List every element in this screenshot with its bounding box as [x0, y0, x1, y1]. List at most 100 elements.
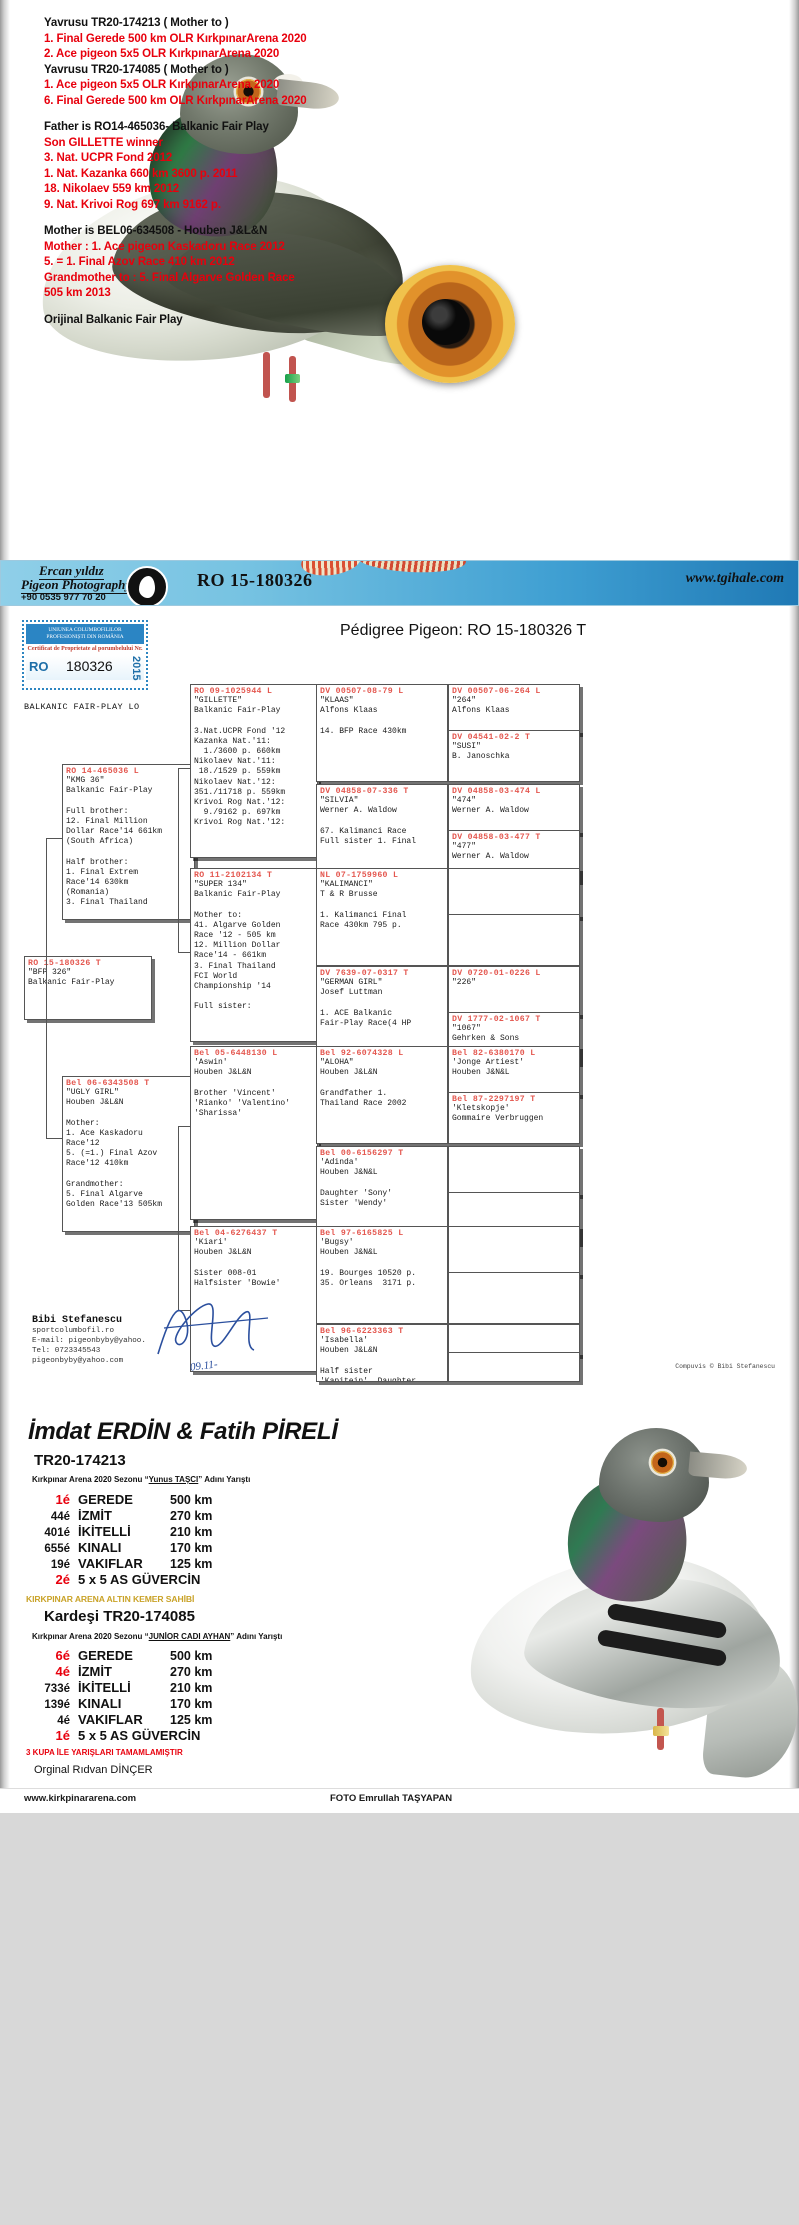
- result-race-name: 5 x 5 AS GÜVERCİN: [78, 1572, 201, 1587]
- result-position: 401é: [44, 1527, 70, 1539]
- note-line: Father is RO14-465036- Balkanic Fair Pla…: [44, 121, 269, 133]
- pedigree-gen3-box: DV 00507-08-79 L "KLAAS" Alfons Klaas 14.…: [316, 684, 448, 782]
- pedigree-box-text: "GILLETTE" Balkanic Fair-Play 3.Nat.UCPR…: [194, 696, 286, 828]
- result-race-name: İZMİT: [78, 1508, 112, 1523]
- pedigree-box-text: 'Kletskopje' Gommaire Verbruggen: [452, 1104, 544, 1124]
- race-results-panel: İmdat ERDİN & Fatih PİRELİ TR20-174213 K…: [0, 1396, 799, 1788]
- result-position: 19é: [50, 1559, 70, 1571]
- pedigree-ring-number: DV 00507-08-79 L: [320, 687, 404, 696]
- bottom-footer: www.kirkpinararena.com FOTO Emrullah TAŞ…: [0, 1788, 799, 1813]
- note-line: 1. Nat. Kazanka 660 km 3600 p. 2011: [44, 167, 238, 180]
- note-line: 2. Ace pigeon 5x5 OLR KırkpınarArena 202…: [44, 48, 280, 60]
- pedigree-gen4-box: DV 00507-06-264 L "264" Alfons Klaas: [448, 684, 580, 734]
- cert-country-code: RO: [29, 659, 49, 674]
- pedigree-connector: [46, 838, 62, 840]
- eye-closeup-photo: [385, 265, 515, 383]
- pedigree-ring-number: Bel 97-6165825 L: [320, 1229, 404, 1238]
- pedigree-gen2-box: Bel 05-6448130 L 'Aswin' Houben J&L&N Bro…: [190, 1046, 318, 1220]
- note-line: Grandmother to : 5. Final Algarve Golden…: [44, 271, 295, 284]
- result-row: 19é VAKIFLAR 125 km: [26, 1556, 258, 1572]
- cert-year: 2015: [130, 656, 142, 681]
- result-distance: 125 km: [170, 1557, 213, 1571]
- footer-site[interactable]: www.kirkpinararena.com: [24, 1793, 136, 1804]
- pedigree-ring-number: Bel 05-6448130 L: [194, 1049, 278, 1058]
- pedigree-box-text: 'Bugsy' Houben J&N&L 19. Bourges 10520 p…: [320, 1238, 417, 1288]
- pedigree-box-text: "UGLY GIRL" Houben J&L&N Mother: 1. Ace …: [66, 1088, 163, 1210]
- cert-number: 180326: [66, 658, 113, 674]
- pigeon-photo-secondary: [457, 1408, 799, 1783]
- result-row: 6é GEREDE 500 km: [26, 1648, 258, 1664]
- page-left-shadow: [0, 0, 10, 560]
- pedigree-connector: [178, 1126, 180, 1310]
- pedigree-gen1-dam: Bel 06-6343508 T "UGLY GIRL" Houben J&L&N…: [62, 1076, 195, 1232]
- result-distance: 270 km: [170, 1665, 213, 1679]
- pedigree-ring-number: DV 04858-07-336 T: [320, 787, 409, 796]
- result-race-name: 5 x 5 AS GÜVERCİN: [78, 1728, 201, 1743]
- pedigree-box-text: 'Isabella' Houben J&L&N Half sister 'Kap…: [320, 1336, 417, 1382]
- result-position: 733é: [44, 1683, 70, 1695]
- ped-right-shadow: [789, 606, 799, 1396]
- pedigree-gen3-box: Bel 92-6074328 L "ALOHA" Houben J&L&N Gra…: [316, 1046, 448, 1144]
- pedigree-gen4-box: Bel 87-2297197 T 'Kletskopje' Gommaire Ve…: [448, 1092, 580, 1144]
- pedigree-credit: Compuvis © Bibi Stefanescu: [675, 1363, 775, 1370]
- bird2-note-post: ” Adını Yarıştı: [230, 1632, 283, 1641]
- result-race-name: KINALI: [78, 1696, 122, 1711]
- result-distance: 210 km: [170, 1525, 213, 1539]
- bird2-results-table: 6é GEREDE 500 km 4é İZMİT 270 km 733é İKİTELLİ 2…: [26, 1648, 258, 1744]
- pedigree-gen1-sire: RO 14-465036 L "KMG 36" Balkanic Fair-Pla…: [62, 764, 195, 920]
- cert-organization: UNIUNEA COLUMBOFILILOR PROFESIONIȘTI DIN…: [26, 624, 144, 644]
- result-distance: 125 km: [170, 1713, 213, 1727]
- bird2-note-pre: Kırkpınar Arena 2020 Sezonu “: [32, 1632, 149, 1641]
- bird1-results-table: 1é GEREDE 500 km 44é İZMİT 270 km 401é İKİTELLİ…: [26, 1492, 258, 1588]
- result-position: 4é: [55, 1664, 70, 1679]
- pedigree-gen4-box: [448, 868, 580, 918]
- cert-org-line2: PROFESIONIȘTI DIN ROMÂNIA: [46, 634, 124, 640]
- result-distance: 500 km: [170, 1493, 213, 1507]
- origin-note: Orginal Rıdvan DİNÇER: [34, 1764, 153, 1776]
- notes-spacer: [44, 302, 394, 313]
- pedigree-ring-number: RO 14-465036 L: [66, 767, 139, 776]
- note-line: 9. Nat. Krivoi Rog 697 km 9162 p.: [44, 198, 221, 211]
- pedigree-connector: [178, 768, 190, 770]
- result-race-name: GEREDE: [78, 1648, 133, 1663]
- note-line: 6. Final Gerede 500 km OLR KırkpınarAren…: [44, 94, 307, 107]
- result-race-name: GEREDE: [78, 1492, 133, 1507]
- pedigree-ring-number: NL 07-1759960 L: [320, 871, 399, 880]
- pedigree-box-text: "GERMAN GIRL" Josef Luttman 1. ACE Balka…: [320, 978, 412, 1028]
- pedigree-ring-number: RO 09-1025944 L: [194, 687, 273, 696]
- pedigree-connector: [46, 838, 48, 1138]
- result-position: 655é: [44, 1543, 70, 1555]
- pedigree-ring-number: Bel 96-6223363 T: [320, 1327, 404, 1336]
- pedigree-box-text: "SUSI" B. Janoschka: [452, 742, 510, 762]
- pedigree-ring-number: DV 00507-06-264 L: [452, 687, 541, 696]
- pedigree-box-text: "ALOHA" Houben J&L&N Grandfather 1. Thai…: [320, 1058, 407, 1108]
- result-race-name: VAKIFLAR: [78, 1556, 143, 1571]
- result-row: 4é VAKIFLAR 125 km: [26, 1712, 258, 1728]
- pedigree-title: Pédigree Pigeon: RO 15-180326 T: [340, 622, 587, 639]
- note-line: Yavrusu TR20-174213 ( Mother to ): [44, 17, 229, 29]
- pedigree-box-text: "264" Alfons Klaas: [452, 696, 510, 716]
- result-row: 139é KINALI 170 km: [26, 1696, 258, 1712]
- banner-website[interactable]: www.tgihale.com: [686, 571, 784, 587]
- pedigree-gen2-box: RO 09-1025944 L "GILLETTE" Balkanic Fair-…: [190, 684, 318, 858]
- cert-number-bar: RO 180326 2015: [26, 656, 144, 680]
- pedigree-box-text: "SUPER 134" Balkanic Fair-Play Mother to…: [194, 880, 281, 1012]
- note-line: Mother is BEL06-634508 - Houben J&L&N: [44, 225, 268, 237]
- pedigree-gen2-box: RO 11-2102134 T "SUPER 134" Balkanic Fair…: [190, 868, 318, 1042]
- note-line: 3. Nat. UCPR Fond 2012: [44, 152, 173, 164]
- pedigree-box-text: 'Jonge Artiest' Houben J&N&L: [452, 1058, 525, 1078]
- pedigree-box-text: "1067" Gehrken & Sons: [452, 1024, 520, 1044]
- pedigree-box-text: 'Adinda' Houben J&N&L Daughter 'Sony' Si…: [320, 1158, 393, 1208]
- pedigree-ring-number: Bel 87-2297197 T: [452, 1095, 536, 1104]
- top-photo-panel: Yavrusu TR20-174213 ( Mother to ) 1. Fina…: [0, 0, 799, 560]
- bird1-season-note: Kırkpınar Arena 2020 Sezonu “Yunus TAŞCI…: [32, 1475, 250, 1484]
- pigeon2-leg-ring: [653, 1726, 669, 1736]
- pedigree-ring-number: DV 7639-07-0317 T: [320, 969, 409, 978]
- result-race-name: KINALI: [78, 1540, 122, 1555]
- ring-decor-right: [355, 561, 467, 575]
- loft-label: BALKANIC FAIR-PLAY LO: [24, 702, 140, 712]
- camera-shutter-icon: [126, 566, 168, 605]
- pedigree-gen4-box: [448, 1272, 580, 1324]
- pedigree-subject-box: RO 15-180326 T "BFP 326" Balkanic Fair-Pl…: [24, 956, 152, 1020]
- pedigree-box-text: "474" Werner A. Waldow: [452, 796, 529, 816]
